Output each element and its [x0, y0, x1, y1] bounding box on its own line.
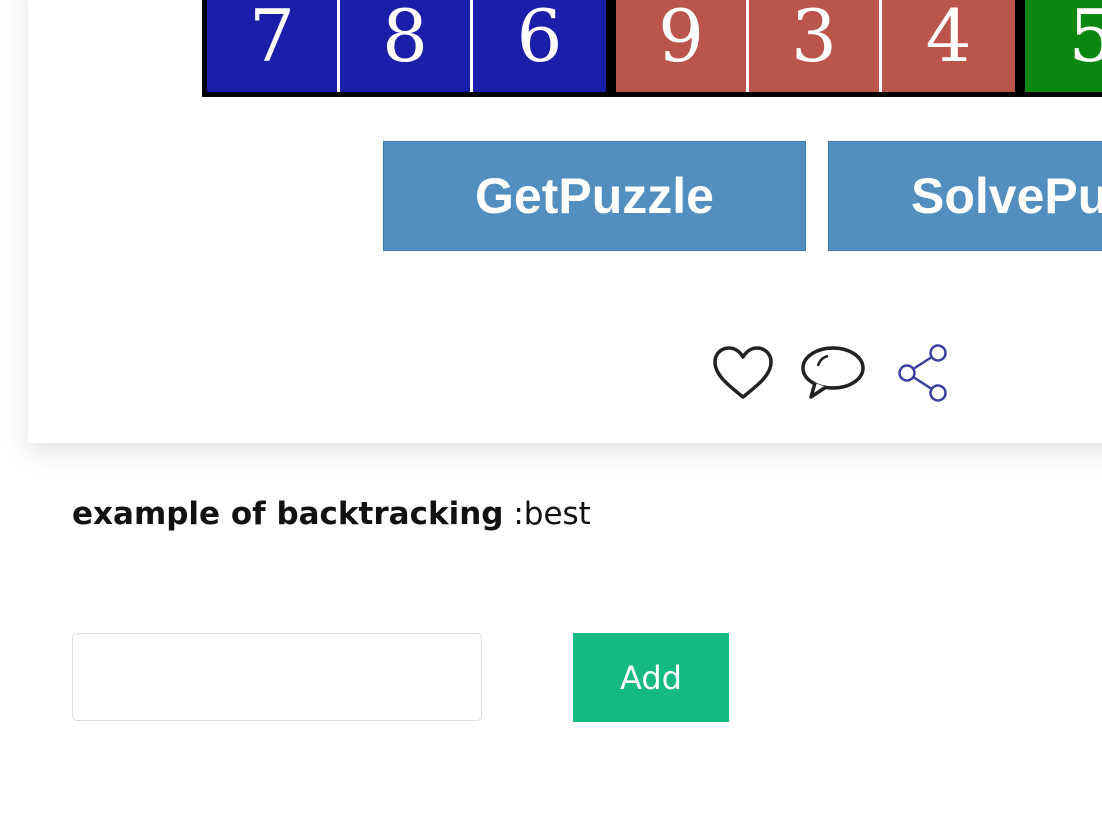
tile-group-red: 9 3 4	[611, 0, 1020, 97]
puzzle-tile[interactable]: 6	[473, 0, 606, 92]
puzzle-tile[interactable]: 4	[882, 0, 1015, 92]
solve-puzzle-button[interactable]: SolvePuzzle	[828, 141, 1102, 251]
comment-icon[interactable]	[800, 344, 866, 402]
tag-value: :best	[513, 496, 591, 532]
tag-name: example of backtracking	[72, 496, 504, 532]
puzzle-tile[interactable]: 5	[1025, 0, 1102, 92]
tag-line: example of backtracking :best	[72, 496, 591, 532]
heart-icon[interactable]	[712, 345, 774, 401]
get-puzzle-button[interactable]: GetPuzzle	[383, 141, 806, 251]
share-icon[interactable]	[894, 343, 950, 403]
tile-group-blue: 7 8 6	[202, 0, 611, 97]
tile-group-green: 5	[1020, 0, 1102, 97]
add-tag-input[interactable]	[72, 633, 482, 721]
puzzle-tile[interactable]: 3	[749, 0, 882, 92]
add-button[interactable]: Add	[573, 633, 729, 722]
post-actions	[712, 342, 950, 404]
puzzle-tile[interactable]: 7	[207, 0, 340, 92]
puzzle-tiles-row: 7 8 6 9 3 4 5	[202, 0, 1102, 97]
puzzle-tile[interactable]: 9	[616, 0, 749, 92]
puzzle-tile[interactable]: 8	[340, 0, 473, 92]
puzzle-card: 7 8 6 9 3 4 5 GetPuzzle SolvePuzzle	[28, 0, 1102, 443]
